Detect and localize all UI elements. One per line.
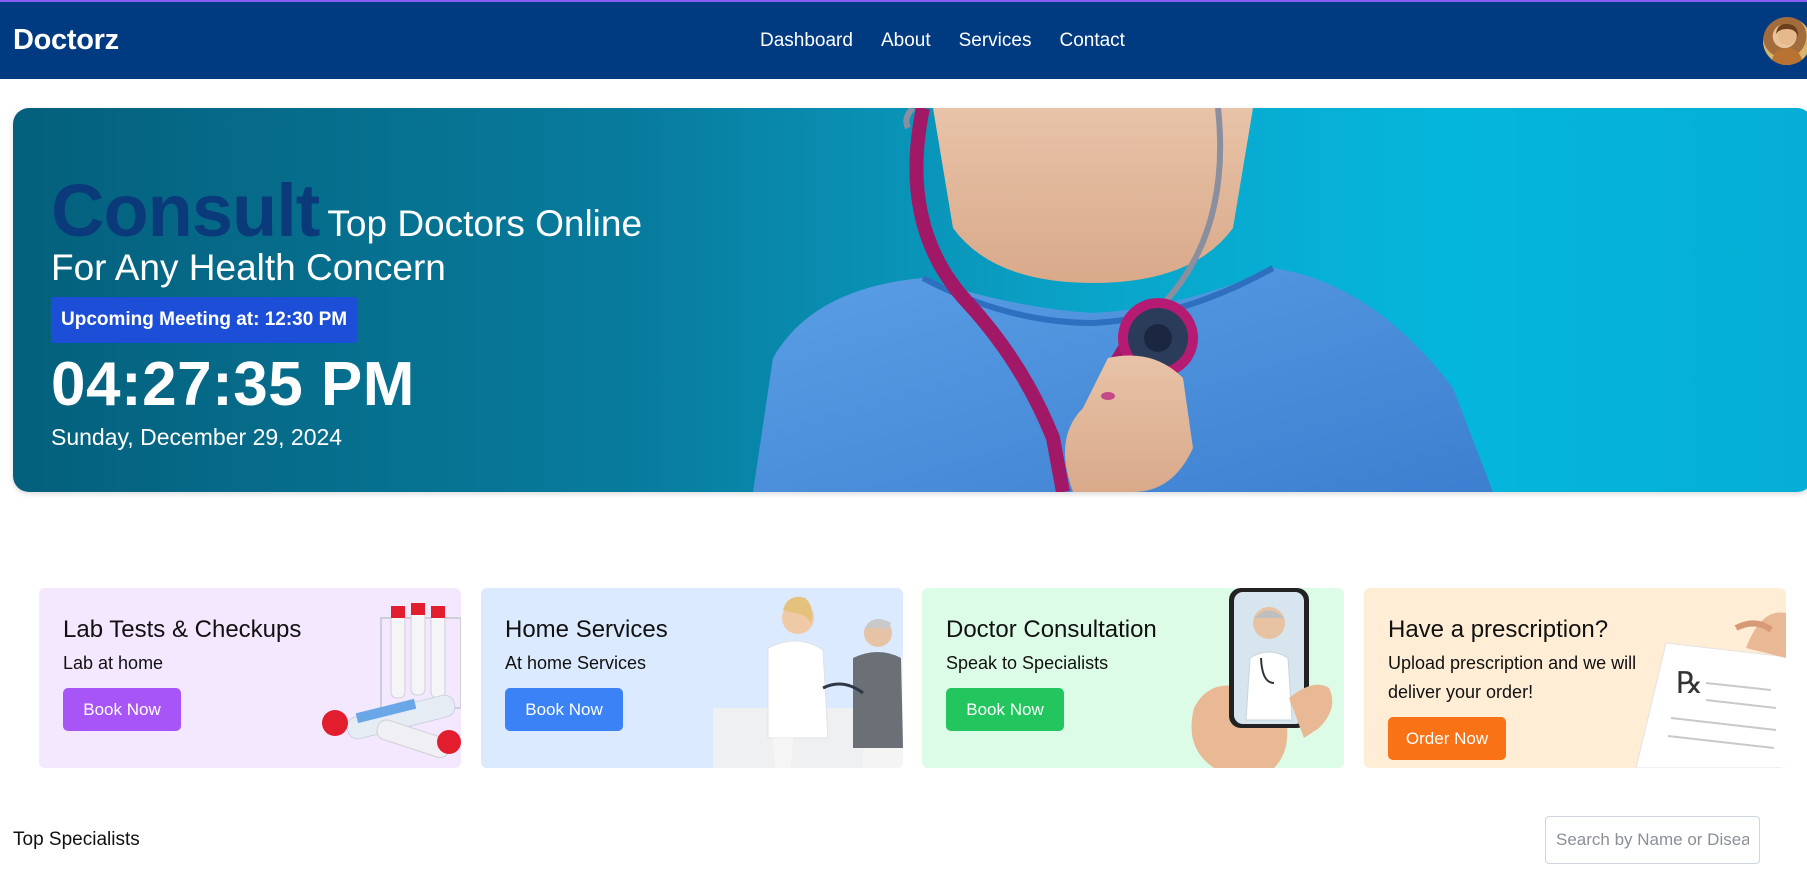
book-home-service-button[interactable]: Book Now xyxy=(505,688,623,731)
avatar-portrait-icon xyxy=(1771,23,1803,65)
card-title: Home Services xyxy=(505,616,668,643)
hero-headline-strong: Consult xyxy=(51,169,320,252)
nav-link-services[interactable]: Services xyxy=(959,30,1032,52)
live-clock: 04:27:35 PM xyxy=(51,350,415,419)
hero-subheadline: For Any Health Concern xyxy=(51,247,446,288)
book-lab-test-button[interactable]: Book Now xyxy=(63,688,181,731)
card-title: Have a prescription? xyxy=(1388,616,1609,643)
nav-link-about[interactable]: About xyxy=(881,30,931,52)
top-specialists-heading: Top Specialists xyxy=(13,829,140,850)
order-prescription-button[interactable]: Order Now xyxy=(1388,717,1506,760)
hero-banner: Consult Top Doctors Online For Any Health… xyxy=(13,108,1807,492)
service-card-prescription: Have a prescription? Upload prescription… xyxy=(1364,588,1786,768)
hero-headline: Top Doctors Online xyxy=(327,203,643,244)
hero-content: Consult Top Doctors Online For Any Health… xyxy=(51,168,642,451)
navbar: Doctorz Dashboard About Services Contact xyxy=(0,2,1807,79)
current-date: Sunday, December 29, 2024 xyxy=(51,424,343,450)
svg-text:℞: ℞ xyxy=(1676,666,1703,701)
upcoming-meeting-badge: Upcoming Meeting at: 12:30 PM xyxy=(51,297,358,343)
nav-link-contact[interactable]: Contact xyxy=(1059,30,1124,52)
book-consultation-button[interactable]: Book Now xyxy=(946,688,1064,731)
specialist-search-input[interactable] xyxy=(1545,816,1760,864)
video-call-phone-illustration xyxy=(1191,588,1333,768)
service-card-doctor-consultation: Doctor Consultation Speak to Specialists… xyxy=(922,588,1344,768)
home-visit-illustration xyxy=(713,596,903,768)
card-title: Lab Tests & Checkups xyxy=(63,616,302,643)
main-nav: Dashboard About Services Contact xyxy=(760,30,1125,52)
prescription-paper-icon: ℞ xyxy=(1635,612,1786,768)
doctor-stethoscope-illustration xyxy=(753,108,1493,492)
brand-logo[interactable]: Doctorz xyxy=(13,24,119,57)
service-card-home-services: Home Services At home Services Book Now xyxy=(481,588,903,768)
card-title: Doctor Consultation xyxy=(946,616,1157,643)
service-card-lab-tests: Lab Tests & Checkups Lab at home Book No… xyxy=(39,588,461,768)
test-tubes-icon xyxy=(322,603,461,759)
user-avatar[interactable] xyxy=(1763,17,1807,65)
nav-link-dashboard[interactable]: Dashboard xyxy=(760,30,853,52)
